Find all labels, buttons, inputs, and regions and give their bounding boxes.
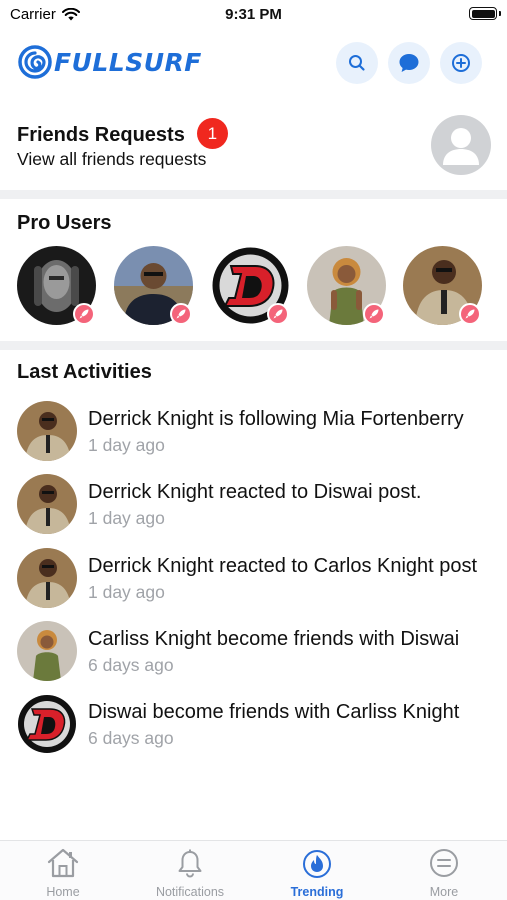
avatar[interactable] [17, 548, 77, 608]
pro-user-avatar[interactable] [403, 246, 482, 325]
status-bar: Carrier 9:31 PM [0, 0, 507, 30]
battery-icon [469, 7, 501, 20]
rocket-icon [79, 309, 89, 319]
tab-label: Trending [290, 885, 344, 899]
pro-user-avatar[interactable] [17, 246, 96, 325]
tab-more[interactable]: More [381, 847, 507, 900]
activity-text: Derrick Knight reacted to Diswai post. [88, 481, 422, 503]
tab-label: Notifications [155, 885, 225, 899]
pro-user-avatar[interactable] [211, 246, 290, 325]
chat-bubble-icon [399, 54, 419, 72]
logo-text: FULLSURF [54, 47, 202, 77]
tab-notifications[interactable]: Notifications [127, 847, 253, 900]
avatar[interactable] [17, 401, 77, 461]
activity-time: 6 days ago [88, 728, 174, 748]
pro-users-list [17, 246, 497, 328]
pro-user-avatar[interactable] [114, 246, 193, 325]
friend-requests-count-badge: 1 [196, 118, 228, 149]
placeholder-avatar[interactable] [431, 115, 491, 175]
bottom-tab-bar: Home Notifications Trending More [0, 840, 507, 900]
pro-badge [267, 303, 289, 325]
view-all-friend-requests-link[interactable]: View all friends requests [17, 149, 206, 170]
activity-item[interactable]: Derrick Knight reacted to Diswai post. 1… [17, 474, 497, 536]
search-button[interactable] [336, 42, 378, 84]
messages-button[interactable] [388, 42, 430, 84]
activity-time: 6 days ago [88, 655, 174, 675]
rocket-icon [273, 309, 283, 319]
activity-time: 1 day ago [88, 508, 165, 528]
pro-user-avatar[interactable] [307, 246, 386, 325]
tab-trending[interactable]: Trending [254, 847, 380, 900]
app-logo[interactable]: FULLSURF [18, 45, 202, 79]
wave-logo-icon [18, 45, 52, 79]
search-icon [349, 55, 365, 71]
pro-users-title: Pro Users [17, 212, 112, 234]
avatar[interactable] [17, 621, 77, 681]
avatar[interactable] [17, 694, 77, 754]
tab-label: Home [46, 885, 80, 899]
flame-icon [303, 850, 331, 878]
avatar[interactable] [17, 474, 77, 534]
clock: 9:31 PM [225, 6, 282, 23]
menu-circle-icon [430, 849, 458, 877]
activity-item[interactable]: Diswai become friends with Carliss Knigh… [17, 694, 497, 756]
add-button[interactable] [440, 42, 482, 84]
section-divider [0, 190, 507, 199]
add-circle-icon [452, 54, 470, 72]
pro-badge [73, 303, 95, 325]
tab-label: More [429, 885, 459, 899]
rocket-icon [465, 309, 475, 319]
activity-time: 1 day ago [88, 582, 165, 602]
section-divider [0, 341, 507, 350]
activity-time: 1 day ago [88, 435, 165, 455]
friend-requests-header: Friends Requests 1 [17, 118, 228, 149]
pro-badge [459, 303, 481, 325]
activity-item[interactable]: Carliss Knight become friends with Diswa… [17, 621, 497, 683]
rocket-icon [369, 309, 379, 319]
tab-home[interactable]: Home [0, 847, 126, 900]
app-header: FULLSURF [0, 38, 507, 88]
activity-item[interactable]: Derrick Knight reacted to Carlos Knight … [17, 548, 497, 610]
activity-text: Diswai become friends with Carliss Knigh… [88, 701, 460, 723]
activity-text: Derrick Knight reacted to Carlos Knight … [88, 555, 478, 577]
activity-item[interactable]: Derrick Knight is following Mia Fortenbe… [17, 401, 497, 463]
pro-badge [363, 303, 385, 325]
pro-badge [170, 303, 192, 325]
rocket-icon [176, 309, 186, 319]
friend-requests-section[interactable]: Friends Requests 1 View all friends requ… [0, 100, 507, 188]
last-activities-title: Last Activities [17, 361, 152, 383]
home-icon [47, 848, 79, 878]
activity-text: Derrick Knight is following Mia Fortenbe… [88, 408, 464, 430]
person-icon [443, 128, 479, 165]
friend-requests-title: Friends Requests [17, 124, 185, 146]
bell-icon [178, 849, 202, 878]
activity-text: Carliss Knight become friends with Diswa… [88, 628, 460, 650]
